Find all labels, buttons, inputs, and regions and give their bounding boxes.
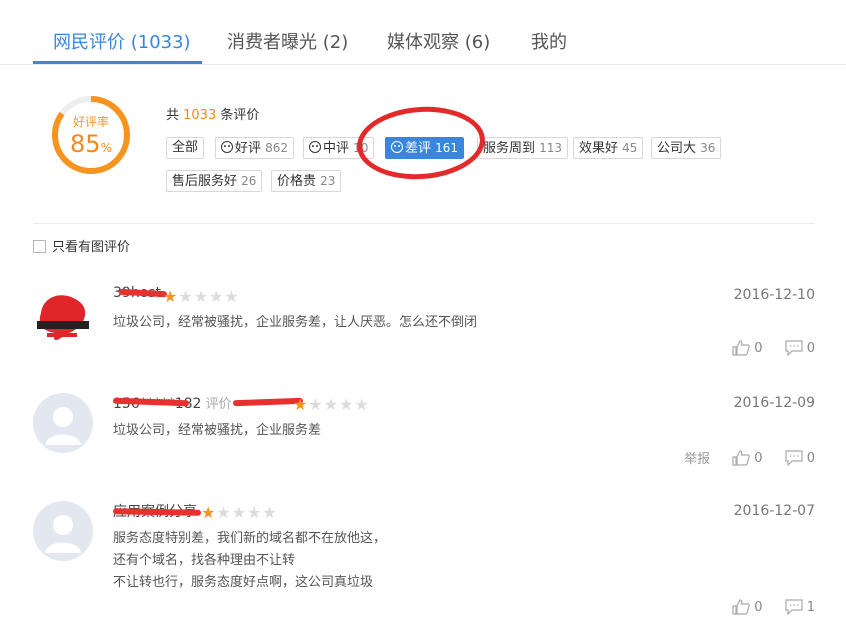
- review-date: 2016-12-07: [733, 503, 815, 519]
- tab-mine[interactable]: 我的: [531, 28, 567, 54]
- comment-icon: [785, 340, 803, 357]
- comment-button[interactable]: 1: [785, 599, 815, 616]
- positive-rate-value: 85%: [70, 130, 112, 158]
- avatar[interactable]: [33, 393, 93, 453]
- image-only-filter[interactable]: 只看有图评价: [33, 236, 130, 255]
- review-actions: 举报 0 0: [666, 448, 815, 467]
- review-page: 网民评价 (1033) 消费者曝光 (2) 媒体观察 (6) 我的 好评率 85…: [0, 0, 846, 628]
- review-actions: 0 0: [714, 340, 815, 357]
- star-rating: ★★★★★: [201, 503, 278, 522]
- thumbs-up-icon: [732, 449, 751, 466]
- thumbs-up-icon: [732, 599, 751, 615]
- review-date: 2016-12-09: [733, 395, 815, 411]
- comment-button[interactable]: 0: [785, 449, 815, 466]
- star-rating: ★★★★★: [163, 287, 240, 306]
- review-content: 垃圾公司，经常被骚扰，企业服务差，让人厌恶。怎么还不倒闭: [113, 315, 478, 330]
- default-avatar-icon: [45, 407, 81, 445]
- comment-icon: [785, 599, 803, 616]
- review-content: 服务态度特别差，我们新的域名都不在放他这， 还有个域名，找各种理由不让转 不让转…: [113, 531, 387, 590]
- tab-consumer-exposure[interactable]: 消费者曝光 (2): [227, 28, 348, 54]
- tag-good-effect[interactable]: 效果好 45: [573, 137, 644, 159]
- like-button[interactable]: 0: [732, 599, 763, 615]
- smile-icon: [221, 141, 233, 153]
- review-actions: 0 1: [714, 599, 815, 616]
- total-count: 1033: [183, 108, 217, 123]
- tag-big-company[interactable]: 公司大 36: [651, 137, 722, 159]
- review-tabs: 网民评价 (1033) 消费者曝光 (2) 媒体观察 (6) 我的: [0, 0, 846, 65]
- tag-expensive[interactable]: 价格贵 23: [271, 170, 342, 192]
- tag-good-after-sales[interactable]: 售后服务好 26: [166, 170, 263, 192]
- like-button[interactable]: 0: [732, 340, 763, 356]
- red-circle-annotation: [354, 102, 488, 184]
- avatar[interactable]: [33, 285, 93, 345]
- neutral-face-icon: [309, 141, 321, 153]
- avatar[interactable]: [33, 501, 93, 561]
- tag-attentive-service[interactable]: 服务周到 113: [477, 137, 569, 159]
- positive-rate-ring: 好评率 85%: [50, 94, 132, 176]
- active-tab-indicator: [33, 61, 202, 64]
- section-divider: [33, 223, 815, 224]
- review-item: 39host ★★★★★ 2016-12-10 垃圾公司，经常被骚扰，企业服务差…: [33, 285, 815, 365]
- image-only-label: 只看有图评价: [52, 240, 131, 255]
- tab-media-observation[interactable]: 媒体观察 (6): [387, 28, 490, 54]
- review-item: 156*****182评价 ★★★★★ 2016-12-09 垃圾公司，经常被骚…: [33, 393, 815, 473]
- star-rating: ★★★★★: [293, 395, 370, 414]
- company-logo-icon: [37, 295, 89, 341]
- image-only-checkbox[interactable]: [33, 240, 46, 253]
- total-reviews: 共 1033 条评价: [166, 108, 260, 123]
- review-content: 垃圾公司，经常被骚扰，企业服务差: [113, 423, 322, 438]
- thumbs-up-icon: [732, 340, 751, 356]
- tab-netizen-reviews[interactable]: 网民评价 (1033): [53, 28, 191, 54]
- tag-positive[interactable]: 好评 862: [215, 137, 295, 159]
- tag-all[interactable]: 全部: [166, 137, 205, 159]
- review-date: 2016-12-10: [733, 287, 815, 303]
- default-avatar-icon: [45, 515, 81, 553]
- like-button[interactable]: 0: [732, 449, 763, 466]
- comment-icon: [785, 449, 803, 466]
- comment-button[interactable]: 0: [785, 340, 815, 357]
- report-button[interactable]: 举报: [684, 448, 710, 467]
- positive-rate-label: 好评率: [72, 115, 109, 129]
- review-item: 应用案例分享 ★★★★★ 2016-12-07 服务态度特别差，我们新的域名都不…: [33, 501, 815, 626]
